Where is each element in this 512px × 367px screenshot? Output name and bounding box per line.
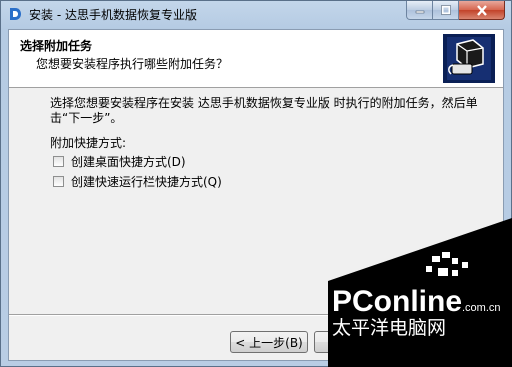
minimize-button[interactable] bbox=[406, 1, 433, 20]
minimize-icon bbox=[415, 10, 424, 14]
task-description: 选择您想要安装程序在安装 达思手机数据恢复专业版 时执行的附加任务，然后单击“下… bbox=[50, 96, 478, 125]
quicklaunch-shortcut-label: 创建快速运行栏快捷方式(Q) bbox=[71, 175, 222, 189]
app-logo-icon bbox=[10, 8, 21, 20]
pconline-watermark: PConline .com.cn 太平洋电脑网 bbox=[328, 218, 512, 367]
watermark-subtitle: 太平洋电脑网 bbox=[332, 317, 446, 339]
shortcut-group-label: 附加快捷方式: bbox=[50, 136, 127, 150]
maximize-button[interactable] bbox=[433, 1, 459, 20]
close-button[interactable] bbox=[459, 1, 505, 20]
page-title: 选择附加任务 bbox=[20, 39, 93, 53]
desktop-shortcut-checkbox[interactable] bbox=[53, 156, 64, 167]
watermark-brand: PConline bbox=[332, 285, 462, 318]
back-button[interactable]: < 上一步(B) bbox=[230, 331, 308, 353]
page-subtitle: 您想要安装程序执行哪些附加任务？ bbox=[36, 57, 229, 71]
window-title: 安装 - 达思手机数据恢复专业版 bbox=[29, 8, 197, 22]
close-icon bbox=[476, 4, 487, 16]
caption-buttons bbox=[406, 1, 505, 21]
maximize-icon bbox=[440, 5, 451, 15]
desktop-shortcut-label: 创建桌面快捷方式(D) bbox=[71, 155, 186, 169]
quicklaunch-shortcut-option[interactable]: 创建快速运行栏快捷方式(Q) bbox=[53, 173, 222, 190]
wizard-header: 选择附加任务 您想要安装程序执行哪些附加任务？ bbox=[9, 30, 503, 88]
installer-computer-icon bbox=[443, 34, 495, 83]
watermark-domain: .com.cn bbox=[462, 302, 501, 314]
quicklaunch-shortcut-checkbox[interactable] bbox=[53, 176, 64, 187]
desktop-shortcut-option[interactable]: 创建桌面快捷方式(D) bbox=[53, 153, 186, 170]
title-bar[interactable]: 安装 - 达思手机数据恢复专业版 bbox=[1, 1, 511, 28]
